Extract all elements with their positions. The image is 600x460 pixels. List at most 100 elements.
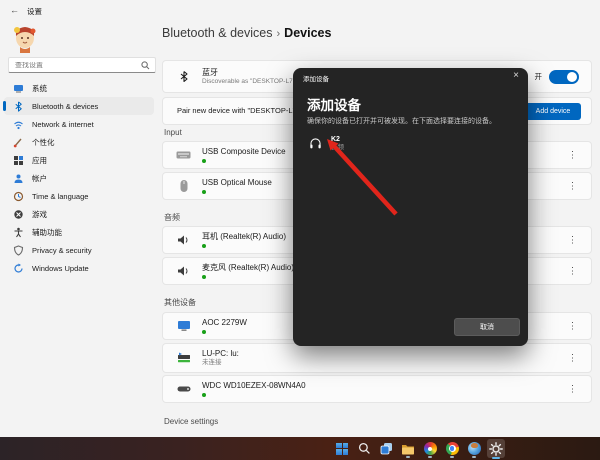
sidebar-item-system[interactable]: 系统	[4, 79, 154, 97]
sidebar-item-windows-update[interactable]: Windows Update	[4, 259, 154, 277]
accessibility-icon	[13, 227, 24, 238]
section-title-input: Input	[164, 128, 182, 137]
network-icon	[13, 119, 24, 130]
window-title: 设置	[27, 6, 42, 17]
task-view-icon[interactable]	[377, 439, 395, 458]
windows-update-icon	[13, 263, 24, 274]
keyboard-icon	[176, 148, 191, 163]
settings-gear-icon[interactable]	[487, 439, 505, 458]
apps-icon	[13, 155, 24, 166]
device-status-text: 未连接	[202, 359, 239, 367]
headphones-icon	[309, 137, 322, 150]
pc-icon	[176, 351, 191, 366]
dialog-device-name: K2	[331, 135, 344, 144]
cancel-button[interactable]: 取消	[454, 318, 520, 336]
settings-search	[8, 57, 156, 73]
device-name: 麦克风 (Realtek(R) Audio)	[202, 263, 294, 273]
sidebar-nav: 系统 Bluetooth & devices Network & interne…	[0, 79, 158, 277]
section-title-other-devices: 其他设备	[164, 297, 196, 308]
device-name: AOC 2279W	[202, 318, 247, 328]
status-dot	[202, 190, 206, 194]
start-button-icon[interactable]	[333, 439, 351, 458]
sidebar-item-label: 应用	[32, 155, 47, 166]
accounts-icon	[13, 173, 24, 184]
browser-icon[interactable]	[465, 439, 483, 458]
settings-window: ← 设置 系统 Bluetooth	[0, 0, 600, 460]
row-menu-button[interactable]: ⋮	[568, 385, 577, 394]
status-dot	[202, 159, 206, 163]
row-menu-button[interactable]: ⋮	[568, 267, 577, 276]
monitor-icon	[176, 319, 191, 334]
dialog-description: 确保你的设备已打开并可被发现。在下面选择要连接的设备。	[307, 117, 515, 126]
sidebar-item-time-language[interactable]: Time & language	[4, 187, 154, 205]
row-menu-button[interactable]: ⋮	[568, 322, 577, 331]
row-menu-button[interactable]: ⋮	[568, 354, 577, 363]
sidebar-item-network[interactable]: Network & internet	[4, 115, 154, 133]
sidebar-item-label: 系统	[32, 83, 47, 94]
dialog-device-category: 音频	[331, 144, 344, 152]
sidebar-item-accounts[interactable]: 帐户	[4, 169, 154, 187]
breadcrumb-separator: ›	[277, 28, 281, 40]
gaming-icon	[13, 209, 24, 220]
device-name: USB Optical Mouse	[202, 178, 272, 188]
breadcrumb-root[interactable]: Bluetooth & devices	[162, 26, 273, 40]
bluetooth-toggle[interactable]	[549, 70, 579, 84]
sidebar-item-label: 游戏	[32, 209, 47, 220]
color-wheel-app-icon[interactable]	[421, 439, 439, 458]
sidebar-item-label: 辅助功能	[32, 227, 62, 238]
sidebar-item-personalization[interactable]: 个性化	[4, 133, 154, 151]
bluetooth-icon	[176, 69, 191, 84]
system-icon	[13, 83, 24, 94]
file-explorer-icon[interactable]	[399, 439, 417, 458]
row-menu-button[interactable]: ⋮	[568, 182, 577, 191]
drive-icon	[176, 382, 191, 397]
sidebar-item-privacy[interactable]: Privacy & security	[4, 241, 154, 259]
add-device-dialog: 添加设备 × 添加设备 确保你的设备已打开并可被发现。在下面选择要连接的设备。 …	[293, 68, 528, 346]
toggle-state-label: 开	[535, 71, 543, 82]
sidebar-item-gaming[interactable]: 游戏	[4, 205, 154, 223]
search-icon	[141, 61, 150, 70]
sidebar-item-label: Network & internet	[32, 120, 94, 129]
sidebar-item-label: Bluetooth & devices	[32, 102, 98, 111]
section-title-audio: 音频	[164, 212, 180, 223]
taskbar	[0, 437, 600, 460]
sidebar-item-label: Privacy & security	[32, 246, 92, 255]
dialog-heading: 添加设备	[307, 94, 361, 114]
add-device-button[interactable]: Add device	[525, 103, 581, 120]
toggle-knob	[567, 72, 577, 82]
device-row-disk: WDC WD10EZEX-08WN4A0 ⋮	[162, 375, 592, 403]
sidebar-item-label: Windows Update	[32, 264, 89, 273]
device-name: LU-PC: lu:	[202, 349, 239, 359]
close-icon[interactable]: ×	[513, 70, 519, 81]
personalization-icon	[13, 137, 24, 148]
status-dot	[202, 275, 206, 279]
bluetooth-icon	[13, 101, 24, 112]
dialog-titlebar-text: 添加设备	[303, 73, 329, 83]
sidebar-item-label: 个性化	[32, 137, 55, 148]
privacy-icon	[13, 245, 24, 256]
time-language-icon	[13, 191, 24, 202]
row-menu-button[interactable]: ⋮	[568, 151, 577, 160]
mouse-icon	[176, 179, 191, 194]
sidebar-item-apps[interactable]: 应用	[4, 151, 154, 169]
speaker-icon	[176, 233, 191, 248]
row-menu-button[interactable]: ⋮	[568, 236, 577, 245]
user-avatar[interactable]	[12, 24, 39, 55]
status-dot	[202, 393, 206, 397]
breadcrumb: Bluetooth & devices ›Devices	[162, 26, 331, 40]
device-name: USB Composite Device	[202, 147, 286, 157]
device-name: WDC WD10EZEX-08WN4A0	[202, 381, 306, 391]
back-arrow-icon[interactable]: ←	[10, 5, 19, 15]
sidebar-item-label: Time & language	[32, 192, 88, 201]
page-title: Devices	[284, 26, 331, 40]
search-input[interactable]	[9, 62, 141, 69]
sidebar-item-accessibility[interactable]: 辅助功能	[4, 223, 154, 241]
status-dot	[202, 330, 206, 334]
sidebar-item-bluetooth-devices[interactable]: Bluetooth & devices	[4, 97, 154, 115]
status-dot	[202, 244, 206, 248]
taskbar-search-icon[interactable]	[355, 439, 373, 458]
chrome-icon[interactable]	[443, 439, 461, 458]
sidebar-item-label: 帐户	[32, 173, 47, 184]
dialog-device-item-k2[interactable]: K2 音频	[301, 130, 520, 156]
dialog-titlebar: 添加设备 ×	[293, 68, 528, 88]
